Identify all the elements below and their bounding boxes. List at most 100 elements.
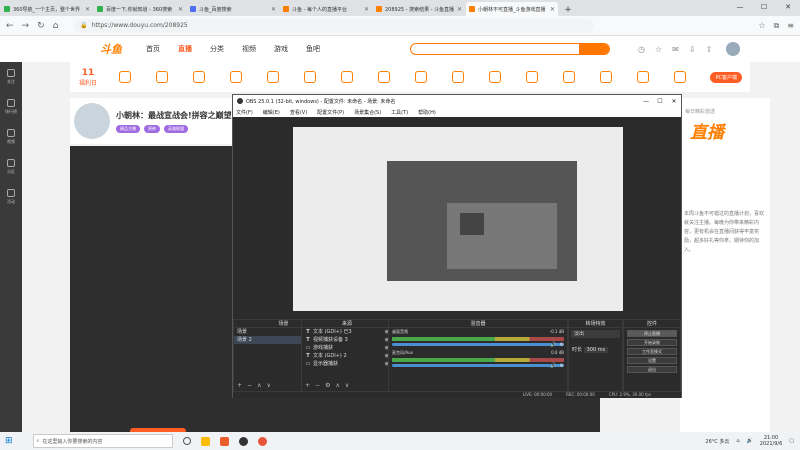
stream-tag[interactable]: 精品主播 bbox=[116, 124, 140, 133]
nav-video[interactable]: 视频 bbox=[242, 44, 256, 54]
category-icon[interactable] bbox=[407, 71, 435, 83]
streamer-avatar[interactable] bbox=[74, 103, 110, 139]
category-icon[interactable] bbox=[259, 71, 287, 83]
douyu-search-box[interactable] bbox=[410, 43, 610, 55]
studio-mode-button[interactable]: 工作室模式 bbox=[627, 348, 677, 355]
back-icon[interactable]: ← bbox=[6, 21, 14, 31]
date-badge[interactable]: 11 福利日 bbox=[74, 68, 102, 87]
sidebar-item-video[interactable]: 视频 bbox=[0, 122, 22, 152]
taskbar-search[interactable]: ⌕ 在这里输入你要搜索的内容 bbox=[32, 434, 173, 448]
gear-icon[interactable]: ⚙ bbox=[560, 363, 564, 369]
settings-button[interactable]: 设置 bbox=[627, 357, 677, 364]
category-icon[interactable] bbox=[518, 71, 546, 83]
category-icon[interactable] bbox=[185, 71, 213, 83]
volume-slider[interactable]: 🔊 ⚙ bbox=[392, 342, 564, 348]
speaker-icon[interactable]: 🔊 bbox=[550, 342, 556, 348]
browser-tab[interactable]: 斗鱼 - 每个人的直播平台 ✕ bbox=[280, 2, 372, 16]
duration-input[interactable]: 300 ms bbox=[583, 347, 609, 353]
close-tab-icon[interactable]: ✕ bbox=[85, 6, 90, 13]
browser-tab[interactable]: 208925 - 搜索结果 - 斗鱼直播 ✕ bbox=[373, 2, 465, 16]
gear-icon[interactable]: ⚙ bbox=[325, 382, 330, 389]
stream-tag[interactable]: 原神 bbox=[144, 124, 160, 133]
category-icon[interactable] bbox=[592, 71, 620, 83]
star-icon[interactable]: ☆ bbox=[758, 21, 765, 31]
browser-taskbar-icon[interactable] bbox=[257, 436, 267, 446]
browser-tab[interactable]: 360导航_一个主页，整个世界 ✕ bbox=[1, 2, 93, 16]
menu-file[interactable]: 文件(F) bbox=[236, 109, 253, 116]
nav-home[interactable]: 首页 bbox=[146, 44, 160, 54]
nav-yuba[interactable]: 鱼吧 bbox=[306, 44, 320, 54]
category-icon[interactable] bbox=[444, 71, 472, 83]
start-recording-button[interactable]: 开始录制 bbox=[627, 339, 677, 346]
app-icon[interactable] bbox=[219, 436, 229, 446]
upload-icon[interactable]: ⇧ bbox=[706, 45, 713, 54]
remove-icon[interactable]: − bbox=[315, 382, 320, 389]
browser-tab[interactable]: 斗鱼_百度搜索 ✕ bbox=[187, 2, 279, 16]
close-tab-icon[interactable]: ✕ bbox=[364, 6, 369, 13]
sidebar-item-event[interactable]: 活动 bbox=[0, 182, 22, 212]
down-icon[interactable]: ∨ bbox=[345, 382, 349, 389]
down-icon[interactable]: ∨ bbox=[266, 382, 270, 389]
minimize-button[interactable]: — bbox=[728, 0, 752, 14]
category-icon[interactable] bbox=[148, 71, 176, 83]
clock[interactable]: 21:00 2021/9/6 bbox=[760, 435, 782, 447]
category-icon[interactable] bbox=[481, 71, 509, 83]
menu-scene-collection[interactable]: 场景集合(S) bbox=[354, 109, 381, 116]
source-item[interactable]: ▭ 游戏捕获 ◉ bbox=[302, 344, 392, 352]
windows-start-icon[interactable]: ⊞ bbox=[5, 436, 13, 446]
star-follow-icon[interactable]: ☆ bbox=[655, 45, 662, 54]
message-icon[interactable]: ✉ bbox=[672, 45, 679, 54]
category-icon[interactable] bbox=[333, 71, 361, 83]
source-item[interactable]: ▭ 显示器捕获 ◉ bbox=[302, 360, 392, 368]
sidebar-item-follow[interactable]: 关注 bbox=[0, 62, 22, 92]
up-icon[interactable]: ∧ bbox=[257, 382, 261, 389]
reload-icon[interactable]: ↻ bbox=[37, 21, 45, 31]
volume-slider[interactable]: 🔊 ⚙ bbox=[392, 363, 564, 369]
menu-profile[interactable]: 配置文件(P) bbox=[317, 109, 344, 116]
exit-button[interactable]: 退出 bbox=[627, 366, 677, 373]
home-icon[interactable]: ⌂ bbox=[53, 21, 59, 31]
sidebar-item-rank[interactable]: 排行榜 bbox=[0, 92, 22, 122]
remove-icon[interactable]: − bbox=[247, 382, 252, 389]
menu-icon[interactable]: ≡ bbox=[787, 21, 794, 31]
close-tab-icon[interactable]: ✕ bbox=[271, 6, 276, 13]
transition-select[interactable]: 淡出 bbox=[571, 330, 620, 338]
sidebar-item-category[interactable]: 分区 bbox=[0, 152, 22, 182]
category-icon[interactable] bbox=[629, 71, 657, 83]
add-icon[interactable]: + bbox=[305, 382, 310, 389]
url-field[interactable]: 🔒 https://www.douyu.com/208925 bbox=[74, 18, 595, 33]
weather-text[interactable]: 26°C 多云 bbox=[705, 438, 729, 445]
close-tab-icon[interactable]: ✕ bbox=[178, 6, 183, 13]
new-tab-button[interactable]: + bbox=[562, 4, 574, 16]
gear-icon[interactable]: ⚙ bbox=[560, 342, 564, 348]
right-banner[interactable]: 直播 bbox=[690, 118, 724, 143]
maximize-button[interactable]: ☐ bbox=[752, 0, 776, 14]
forward-icon[interactable]: → bbox=[22, 21, 30, 31]
menu-tools[interactable]: 工具(T) bbox=[391, 109, 408, 116]
file-explorer-icon[interactable] bbox=[200, 436, 210, 446]
search-icon[interactable] bbox=[579, 44, 609, 54]
category-icon[interactable] bbox=[222, 71, 250, 83]
menu-view[interactable]: 查看(V) bbox=[290, 109, 307, 116]
nav-category[interactable]: 分类 bbox=[210, 44, 224, 54]
source-item[interactable]: T 文本 (GDI+) 已3 ◉ bbox=[302, 328, 392, 336]
notification-icon[interactable]: ▢ bbox=[789, 438, 794, 444]
douyu-logo[interactable]: 斗鱼 bbox=[100, 41, 122, 57]
download-icon[interactable]: ⇩ bbox=[689, 45, 696, 54]
stop-streaming-button[interactable]: 停止直播 bbox=[627, 330, 677, 337]
category-icon[interactable] bbox=[296, 71, 324, 83]
network-icon[interactable]: ⌂ bbox=[736, 438, 739, 444]
extensions-icon[interactable]: ⧉ bbox=[774, 21, 780, 31]
speaker-icon[interactable]: 🔊 bbox=[550, 363, 556, 369]
source-item[interactable]: T 视频捕获设备 3 ◉ bbox=[302, 336, 392, 344]
stream-tag[interactable]: 英雄联盟 bbox=[164, 124, 188, 133]
close-tab-icon[interactable]: ✕ bbox=[550, 6, 555, 13]
menu-help[interactable]: 帮助(H) bbox=[418, 109, 436, 116]
category-icon[interactable] bbox=[555, 71, 583, 83]
obs-taskbar-icon[interactable] bbox=[238, 436, 248, 446]
pc-client-button[interactable]: PC客户端 bbox=[710, 71, 742, 83]
close-window-button[interactable]: ✕ bbox=[776, 0, 800, 14]
menu-edit[interactable]: 编辑(E) bbox=[263, 109, 280, 116]
source-item[interactable]: T 文本 (GDI+) 2 ◉ bbox=[302, 352, 392, 360]
add-icon[interactable]: + bbox=[237, 382, 242, 389]
